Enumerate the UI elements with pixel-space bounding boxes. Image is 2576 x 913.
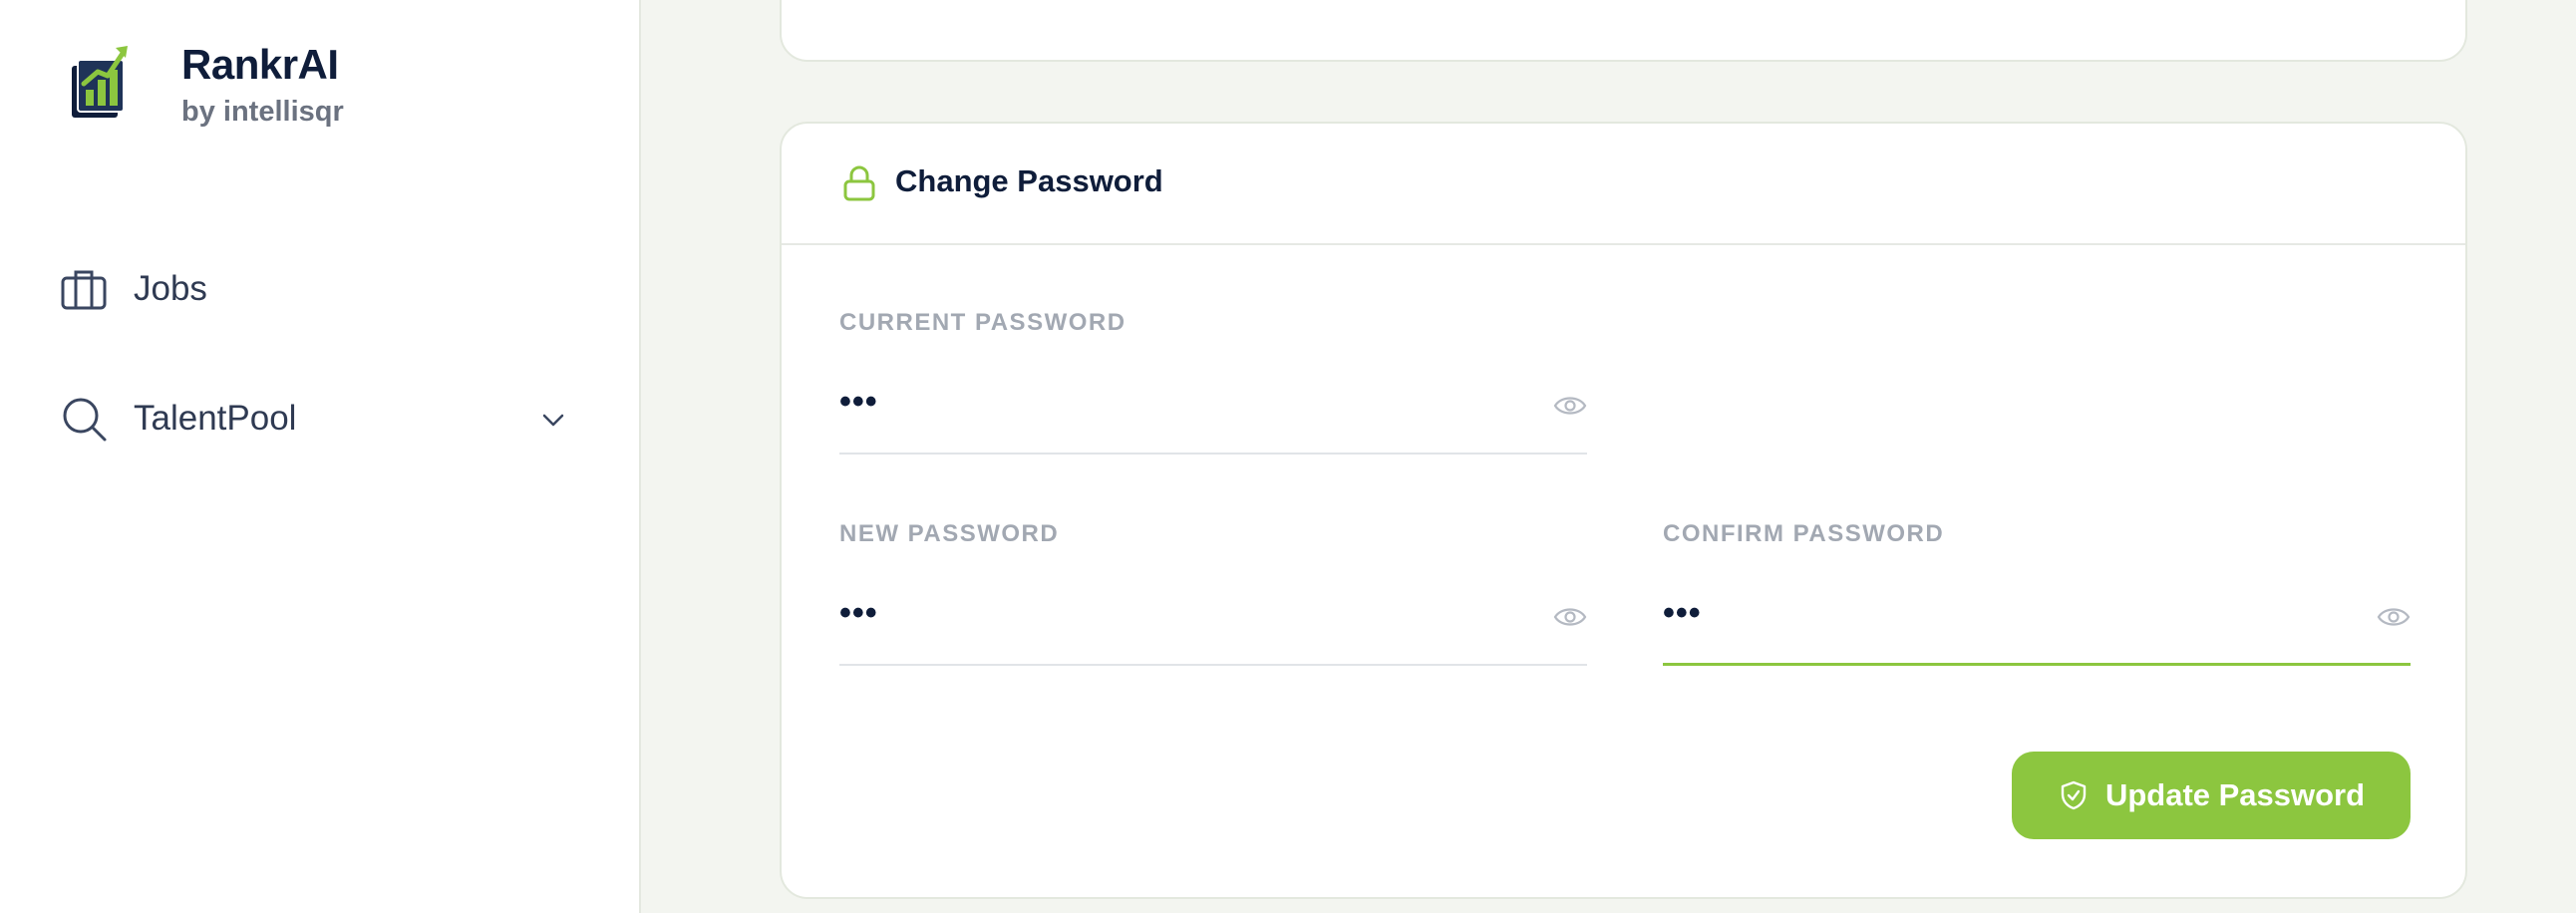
confirm-password-input[interactable]: ••• — [1663, 570, 2411, 666]
sidebar: RankrAI by intellisqr Jobs TalentPool — [0, 0, 641, 913]
confirm-password-value: ••• — [1663, 594, 1702, 632]
profile-card — [780, 0, 2467, 62]
eye-icon[interactable] — [1553, 389, 1587, 423]
search-icon — [63, 398, 107, 442]
update-password-button[interactable]: Update Password — [2012, 752, 2411, 839]
rankrai-logo-icon — [72, 46, 128, 118]
eye-icon[interactable] — [1553, 600, 1587, 634]
update-password-label: Update Password — [2104, 777, 2366, 812]
lock-icon — [843, 165, 875, 201]
eye-icon[interactable] — [2377, 600, 2411, 634]
chevron-down-icon[interactable] — [538, 405, 568, 435]
change-password-card: Change Password CURRENT PASSWORD ••• NEW… — [780, 122, 2467, 899]
brand-subtitle: by intellisqr — [181, 96, 344, 128]
new-password-input[interactable]: ••• — [839, 570, 1587, 666]
change-password-title: Change Password — [895, 163, 1163, 198]
sidebar-item-jobs[interactable]: Jobs — [60, 259, 207, 319]
shield-check-icon — [2061, 780, 2087, 810]
current-password-value: ••• — [839, 383, 878, 421]
sidebar-item-label: TalentPool — [134, 399, 297, 438]
brand-name: RankrAI — [181, 41, 339, 88]
new-password-label: NEW PASSWORD — [839, 520, 1060, 547]
current-password-input[interactable]: ••• — [839, 359, 1587, 455]
change-password-header: Change Password — [782, 124, 2465, 245]
new-password-value: ••• — [839, 594, 878, 632]
sidebar-item-label: Jobs — [134, 269, 207, 308]
brand[interactable]: RankrAI by intellisqr — [66, 40, 344, 128]
briefcase-icon — [61, 270, 107, 310]
confirm-password-label: CONFIRM PASSWORD — [1663, 520, 1945, 547]
current-password-label: CURRENT PASSWORD — [839, 309, 1127, 336]
sidebar-item-talentpool[interactable]: TalentPool — [60, 389, 578, 449]
